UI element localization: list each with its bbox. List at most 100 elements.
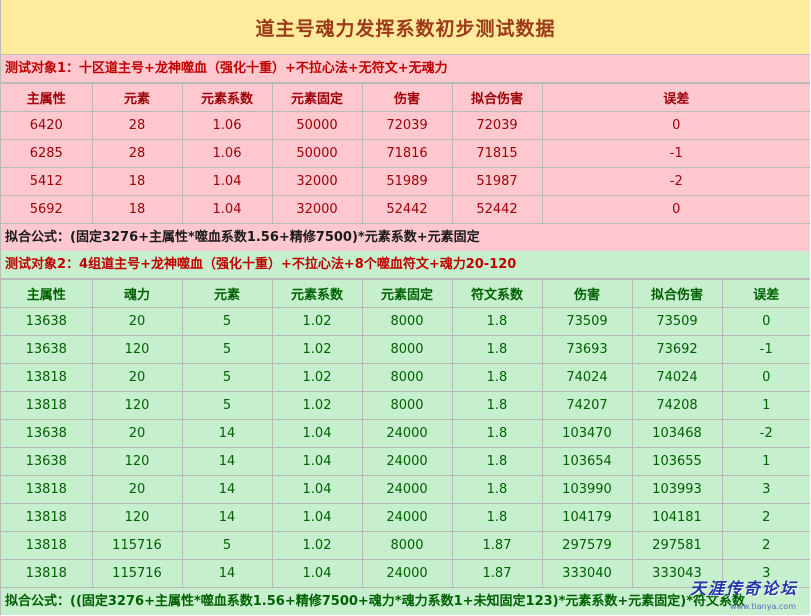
table-cell[interactable]: 20 [91,363,183,392]
table-cell[interactable]: 2 [721,531,810,560]
table-cell[interactable]: 1.06 [181,111,273,140]
table-cell[interactable]: 1 [721,447,810,476]
table-cell[interactable]: 115716 [91,531,183,560]
table-cell[interactable]: 1.02 [271,391,363,420]
table-cell[interactable]: 13818 [1,391,93,420]
table-cell[interactable]: 14 [181,503,273,532]
table-cell[interactable]: 1 [721,391,810,420]
table-cell[interactable]: 18 [91,167,183,196]
table-cell[interactable]: 51987 [451,167,543,196]
table-cell[interactable]: 120 [91,391,183,420]
table-cell[interactable]: 20 [91,419,183,448]
table-cell[interactable]: 103990 [541,475,633,504]
header-damage[interactable]: 伤害 [541,279,633,308]
table-cell[interactable]: 1.8 [451,391,543,420]
header-rune-coef[interactable]: 符文系数 [451,279,543,308]
table-cell[interactable]: 120 [91,335,183,364]
table-cell[interactable]: 51989 [361,167,453,196]
table-cell[interactable]: 1.02 [271,307,363,336]
table-cell[interactable]: 13638 [1,307,93,336]
table-cell[interactable]: 24000 [361,447,453,476]
table-cell[interactable]: 5 [181,335,273,364]
table-cell[interactable]: 8000 [361,307,453,336]
table-cell[interactable]: 333040 [541,559,633,588]
table-cell[interactable]: 103654 [541,447,633,476]
table-cell[interactable]: 18 [91,195,183,224]
table-cell[interactable]: 74024 [631,363,723,392]
table-cell[interactable]: 74207 [541,391,633,420]
table-cell[interactable]: 0 [541,111,810,140]
table-cell[interactable]: 1.8 [451,363,543,392]
table-cell[interactable]: 20 [91,475,183,504]
table-cell[interactable]: 5 [181,531,273,560]
table-cell[interactable]: 13638 [1,447,93,476]
table-cell[interactable]: 13638 [1,419,93,448]
table-cell[interactable]: 14 [181,447,273,476]
table-cell[interactable]: 297581 [631,531,723,560]
table-cell[interactable]: 5 [181,363,273,392]
table-cell[interactable]: 14 [181,559,273,588]
table-cell[interactable]: 73692 [631,335,723,364]
table-cell[interactable]: 13818 [1,503,93,532]
table-cell[interactable]: 1.04 [271,503,363,532]
table-cell[interactable]: 297579 [541,531,633,560]
table-cell[interactable]: 103468 [631,419,723,448]
table-cell[interactable]: 13638 [1,335,93,364]
table-cell[interactable]: 73509 [631,307,723,336]
table-cell[interactable]: -1 [541,139,810,168]
table-cell[interactable]: 2 [721,503,810,532]
header-element-fixed[interactable]: 元素固定 [361,279,453,308]
table-cell[interactable]: 6420 [1,111,93,140]
table-cell[interactable]: 13818 [1,559,93,588]
table-cell[interactable]: 120 [91,503,183,532]
table-cell[interactable]: 71816 [361,139,453,168]
table-cell[interactable]: 32000 [271,195,363,224]
table-cell[interactable]: -2 [541,167,810,196]
header-main-attr[interactable]: 主属性 [1,83,93,112]
table-cell[interactable]: 103470 [541,419,633,448]
table-cell[interactable]: 8000 [361,335,453,364]
header-element-fixed[interactable]: 元素固定 [271,83,363,112]
header-element-coef[interactable]: 元素系数 [271,279,363,308]
table-cell[interactable]: 0 [721,307,810,336]
table-cell[interactable]: 103993 [631,475,723,504]
table-cell[interactable]: 73509 [541,307,633,336]
table-cell[interactable]: 52442 [361,195,453,224]
table-cell[interactable]: 0 [541,195,810,224]
table-cell[interactable]: 28 [91,111,183,140]
table-cell[interactable]: 1.02 [271,531,363,560]
header-main-attr[interactable]: 主属性 [1,279,93,308]
table-cell[interactable]: 5 [181,391,273,420]
table-cell[interactable]: 1.8 [451,447,543,476]
table-cell[interactable]: 1.02 [271,335,363,364]
header-soul-power[interactable]: 魂力 [91,279,183,308]
table-cell[interactable]: 1.04 [181,167,273,196]
table-cell[interactable]: 1.06 [181,139,273,168]
header-element[interactable]: 元素 [91,83,183,112]
table-cell[interactable]: 14 [181,419,273,448]
table-cell[interactable]: 115716 [91,559,183,588]
table-cell[interactable]: 28 [91,139,183,168]
table-cell[interactable]: 6285 [1,139,93,168]
header-fit-damage[interactable]: 拟合伤害 [451,83,543,112]
table-cell[interactable]: 5692 [1,195,93,224]
table-cell[interactable]: 24000 [361,559,453,588]
table-cell[interactable]: 1.87 [451,531,543,560]
table-cell[interactable]: 52442 [451,195,543,224]
table-cell[interactable]: 1.04 [271,559,363,588]
table-cell[interactable]: 72039 [451,111,543,140]
table-cell[interactable]: 5412 [1,167,93,196]
table-cell[interactable]: 1.04 [271,475,363,504]
table-cell[interactable]: 5 [181,307,273,336]
table-cell[interactable]: 8000 [361,363,453,392]
table-cell[interactable]: 0 [721,363,810,392]
table-cell[interactable]: 13818 [1,475,93,504]
table-cell[interactable]: 74024 [541,363,633,392]
header-error[interactable]: 误差 [721,279,810,308]
table-cell[interactable]: 50000 [271,139,363,168]
header-fit-damage[interactable]: 拟合伤害 [631,279,723,308]
table-cell[interactable]: 14 [181,475,273,504]
table-cell[interactable]: 104181 [631,503,723,532]
table-cell[interactable]: 32000 [271,167,363,196]
header-element[interactable]: 元素 [181,279,273,308]
